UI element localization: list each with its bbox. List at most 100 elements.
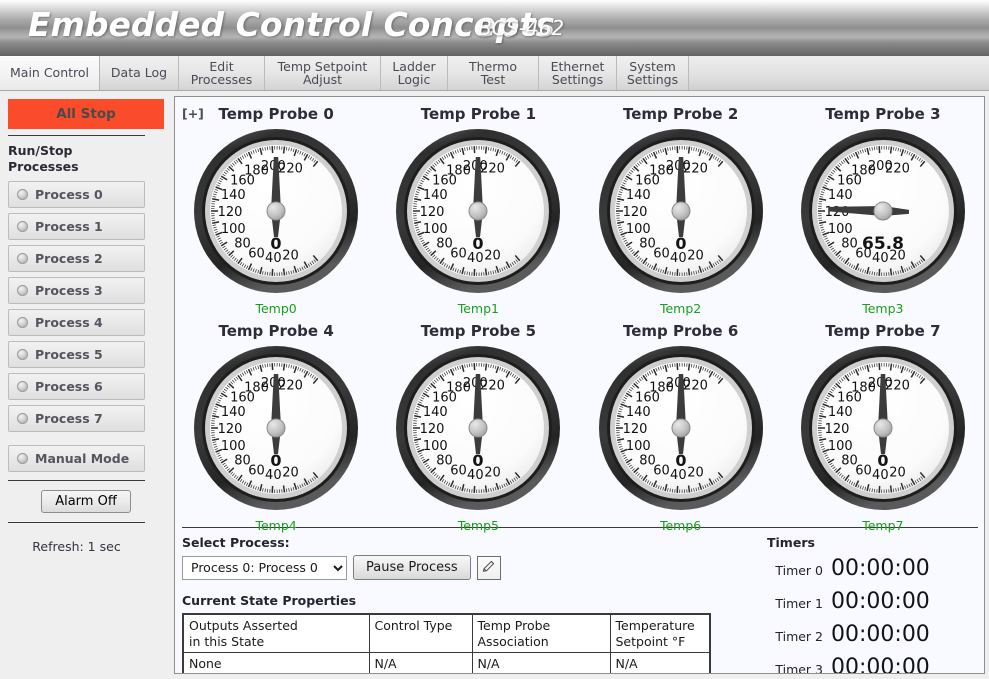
gauge-dial[interactable]: 204060801001201401601802002200: [797, 342, 969, 518]
svg-text:40: 40: [467, 251, 484, 266]
svg-text:100: 100: [423, 222, 448, 237]
gauge-1: Temp Probe 1 204060801001201401601802002…: [377, 99, 579, 316]
gauge-title: Temp Probe 4: [218, 322, 334, 340]
svg-text:140: 140: [221, 188, 246, 203]
gauge-caption: Temp0: [255, 301, 297, 316]
svg-text:140: 140: [828, 188, 853, 203]
tab-main-control[interactable]: Main Control: [0, 56, 100, 90]
sidebar-divider-1: [8, 135, 145, 136]
process-label: Process 4: [35, 315, 103, 331]
col-header-setpoint: Temperature Setpoint °F: [609, 613, 711, 654]
process-label: Process 1: [35, 219, 103, 235]
gauge-dial[interactable]: 204060801001201401601802002200: [595, 125, 767, 301]
tab-system-settings[interactable]: System Settings: [617, 56, 689, 90]
status-led-icon: [17, 221, 28, 233]
col-header-outputs: Outputs Asserted in this State: [182, 613, 370, 654]
svg-text:80: 80: [639, 237, 656, 252]
tab-bar-filler: [689, 56, 989, 90]
timer-value: 00:00:00: [831, 589, 930, 614]
pencil-icon: [481, 559, 496, 577]
process-button-6[interactable]: Process 6: [8, 373, 145, 401]
svg-text:220: 220: [683, 378, 708, 393]
svg-text:80: 80: [234, 454, 251, 469]
timer-value: 00:00:00: [831, 655, 930, 674]
svg-text:40: 40: [670, 468, 687, 483]
svg-text:20: 20: [282, 249, 299, 264]
process-button-7[interactable]: Process 7: [8, 405, 145, 433]
process-button-4[interactable]: Process 4: [8, 309, 145, 337]
timer-row-0: Timer 0 00:00:00: [761, 556, 984, 581]
tab-ethernet-settings[interactable]: Ethernet Settings: [539, 56, 617, 90]
timer-row-1: Timer 1 00:00:00: [761, 589, 984, 614]
svg-text:100: 100: [625, 439, 650, 454]
edit-process-button[interactable]: [476, 555, 501, 580]
gauge-6: Temp Probe 6 204060801001201401601802002…: [580, 316, 782, 533]
cell-control-type: N/A: [368, 652, 473, 673]
process-button-0[interactable]: Process 0: [8, 181, 145, 209]
gauge-dial[interactable]: 204060801001201401601802002200: [595, 342, 767, 518]
tab-data-log[interactable]: Data Log: [100, 56, 179, 90]
process-button-3[interactable]: Process 3: [8, 277, 145, 305]
timer-row-2: Timer 2 00:00:00: [761, 622, 984, 647]
process-label: Process 0: [35, 187, 103, 203]
gauge-title: Temp Probe 6: [622, 322, 739, 340]
svg-text:80: 80: [234, 237, 251, 252]
svg-text:120: 120: [218, 422, 243, 437]
gauge-5: Temp Probe 5 204060801001201401601802002…: [377, 316, 579, 533]
gauge-0: Temp Probe 0 204060801001201401601802002…: [175, 99, 377, 316]
gauge-dial[interactable]: 204060801001201401601802002200: [392, 125, 564, 301]
gauge-row-bottom: Temp Probe 4 204060801001201401601802002…: [175, 316, 984, 533]
svg-text:220: 220: [885, 161, 910, 176]
tab-temp-setpoint-adjust[interactable]: Temp Setpoint Adjust: [265, 56, 381, 90]
all-stop-button[interactable]: All Stop: [8, 99, 164, 129]
process-control-row: Process 0: Process 0 Pause Process: [182, 555, 751, 580]
process-button-2[interactable]: Process 2: [8, 245, 145, 273]
svg-text:80: 80: [841, 454, 858, 469]
main-panel: [+] Temp Probe 0 20 40 60 80 100 120 140 160 180…: [174, 96, 985, 674]
status-led-icon: [17, 349, 28, 361]
svg-text:140: 140: [828, 405, 853, 420]
col-header-control-type: Control Type: [368, 613, 473, 654]
svg-text:80: 80: [639, 454, 656, 469]
gauge-caption: Temp3: [862, 301, 904, 316]
gauge-dial[interactable]: 204060801001201401601802002200: [190, 342, 362, 518]
gauge-dial[interactable]: 204060801001201401601802002200: [392, 342, 564, 518]
svg-text:20: 20: [889, 466, 906, 481]
body: All Stop Run/Stop Processes Process 0 Pr…: [0, 91, 989, 679]
gauge-2: Temp Probe 2 204060801001201401601802002…: [580, 99, 782, 316]
gauge-title: Temp Probe 3: [825, 105, 941, 123]
expand-toggle[interactable]: [+]: [182, 106, 204, 121]
status-led-icon: [17, 189, 28, 201]
svg-text:220: 220: [885, 378, 910, 393]
process-label: Process 5: [35, 347, 103, 363]
manual-mode-button[interactable]: Manual Mode: [8, 445, 145, 473]
process-button-1[interactable]: Process 1: [8, 213, 145, 241]
process-button-5[interactable]: Process 5: [8, 341, 145, 369]
alarm-off-button[interactable]: Alarm Off: [41, 490, 131, 514]
tab-ladder-logic[interactable]: Ladder Logic: [381, 56, 448, 90]
svg-text:100: 100: [423, 439, 448, 454]
svg-text:40: 40: [467, 468, 484, 483]
gauge-dial[interactable]: 204060801001201401601802002200: [190, 125, 362, 301]
timer-label: Timer 0: [775, 563, 823, 578]
svg-text:100: 100: [828, 222, 853, 237]
col-header-probe-assoc: Temp Probe Association: [471, 613, 611, 654]
svg-text:100: 100: [828, 439, 853, 454]
process-select[interactable]: Process 0: Process 0: [182, 555, 347, 580]
tab-edit-processes[interactable]: Edit Processes: [179, 56, 265, 90]
app-header: Embedded Control Concepts BCS-462: [0, 0, 989, 56]
table-header-row: Outputs Asserted in this State Control T…: [182, 613, 711, 654]
tab-thermo-test[interactable]: Thermo Test: [448, 56, 539, 90]
pause-process-button[interactable]: Pause Process: [353, 555, 471, 580]
select-process-label: Select Process:: [182, 535, 290, 550]
svg-text:20: 20: [485, 466, 502, 481]
app-title: Embedded Control Concepts: [28, 5, 555, 44]
manual-mode-label: Manual Mode: [35, 451, 130, 467]
svg-text:120: 120: [218, 205, 243, 220]
gauge-dial[interactable]: 20 40 60 80 100 120 140 160 180 200 220 65.8: [797, 125, 969, 301]
svg-text:80: 80: [437, 454, 454, 469]
gauge-3: Temp Probe 3 20 40 60 80 100 120 140 160 180 200 2…: [782, 99, 984, 316]
svg-text:140: 140: [221, 405, 246, 420]
svg-text:140: 140: [423, 188, 448, 203]
run-stop-heading: Run/Stop Processes: [8, 143, 79, 174]
